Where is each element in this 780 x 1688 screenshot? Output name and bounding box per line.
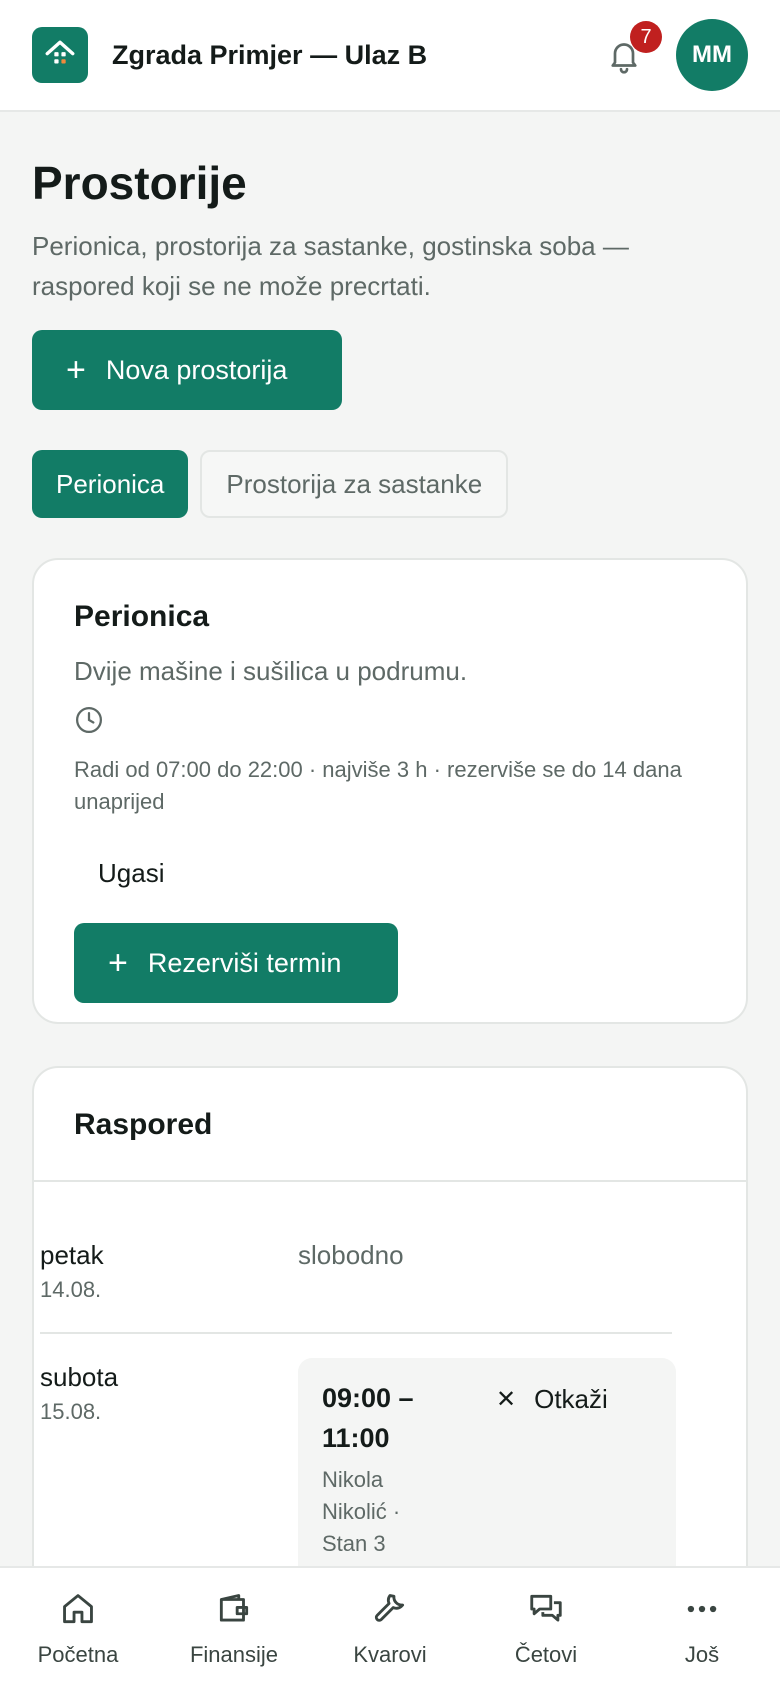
nav-item-kvarovi[interactable]: Kvarovi (312, 1568, 468, 1688)
tab-prostorija-za-sastanke[interactable]: Prostorija za sastanke (200, 450, 509, 518)
app-header: Zgrada Primjer — Ulaz B 7 MM (0, 0, 780, 112)
nav-label: Finansije (189, 1642, 279, 1667)
room-tabs: Perionica Prostorija za sastanke (32, 450, 509, 518)
notification-badge: 7 (630, 21, 662, 53)
building-title: Zgrada Primjer — Ulaz B (112, 39, 428, 70)
nav-label: Četovi (514, 1642, 578, 1667)
new-room-label: Nova prostorija (105, 354, 288, 385)
plus-icon: + (66, 350, 86, 389)
cancel-label: Otkaži (534, 1384, 608, 1414)
page-title: Prostorije (32, 157, 247, 209)
room-card: Perionica Dvije mašine i sušilica u podr… (32, 558, 748, 1024)
notifications-button[interactable]: 7 (600, 21, 662, 79)
nav-label: Početna (37, 1642, 119, 1667)
reserve-slot-label: Rezerviši termin (147, 947, 342, 978)
schedule-day-row: petak 14.08. slobodno (40, 1240, 672, 1303)
close-icon: ✕ (496, 1386, 517, 1413)
schedule-title: Raspored (34, 1068, 746, 1182)
day-date: 14.08. (40, 1277, 102, 1302)
nav-item-pocetna[interactable]: Početna (0, 1568, 156, 1688)
new-room-button[interactable]: + Nova prostorija (32, 330, 342, 410)
reserve-slot-button[interactable]: + Rezerviši termin (74, 923, 398, 1003)
bottom-nav: Početna Finansije Kvarovi Četovi Još (0, 1566, 780, 1688)
slot-booker: Nikola Nikolić · Stan 3 (322, 1467, 401, 1556)
row-divider (40, 1332, 672, 1334)
wallet-icon (219, 1594, 249, 1622)
clock-icon (76, 707, 102, 733)
building-logo-icon[interactable] (32, 27, 88, 83)
chat-icon (530, 1594, 562, 1622)
room-name: Perionica (74, 600, 210, 633)
nav-item-cetovi[interactable]: Četovi (468, 1568, 624, 1688)
slot-time: 09:00 – 11:00 (322, 1383, 414, 1453)
room-hours: Radi od 07:00 do 22:00 · najviše 3 h · r… (74, 757, 682, 814)
nav-label: Još (684, 1642, 720, 1667)
nav-item-jos[interactable]: Još (624, 1568, 780, 1688)
home-icon (63, 1594, 93, 1624)
more-icon (687, 1605, 717, 1613)
disable-room-button[interactable]: Ugasi (98, 858, 706, 889)
user-avatar[interactable]: MM (676, 19, 748, 91)
nav-label: Kvarovi (353, 1642, 427, 1667)
cancel-booking-button[interactable]: ✕ Otkaži (496, 1384, 608, 1415)
tab-perionica[interactable]: Perionica (32, 450, 189, 518)
nav-item-finansije[interactable]: Finansije (156, 1568, 312, 1688)
wrench-icon (374, 1594, 405, 1622)
room-description: Dvije mašine i sušilica u podrumu. (74, 656, 468, 686)
day-status-free[interactable]: slobodno (298, 1240, 404, 1271)
plus-icon: + (108, 943, 128, 982)
page-description: Perionica, prostorija za sastanke, gosti… (32, 231, 629, 301)
